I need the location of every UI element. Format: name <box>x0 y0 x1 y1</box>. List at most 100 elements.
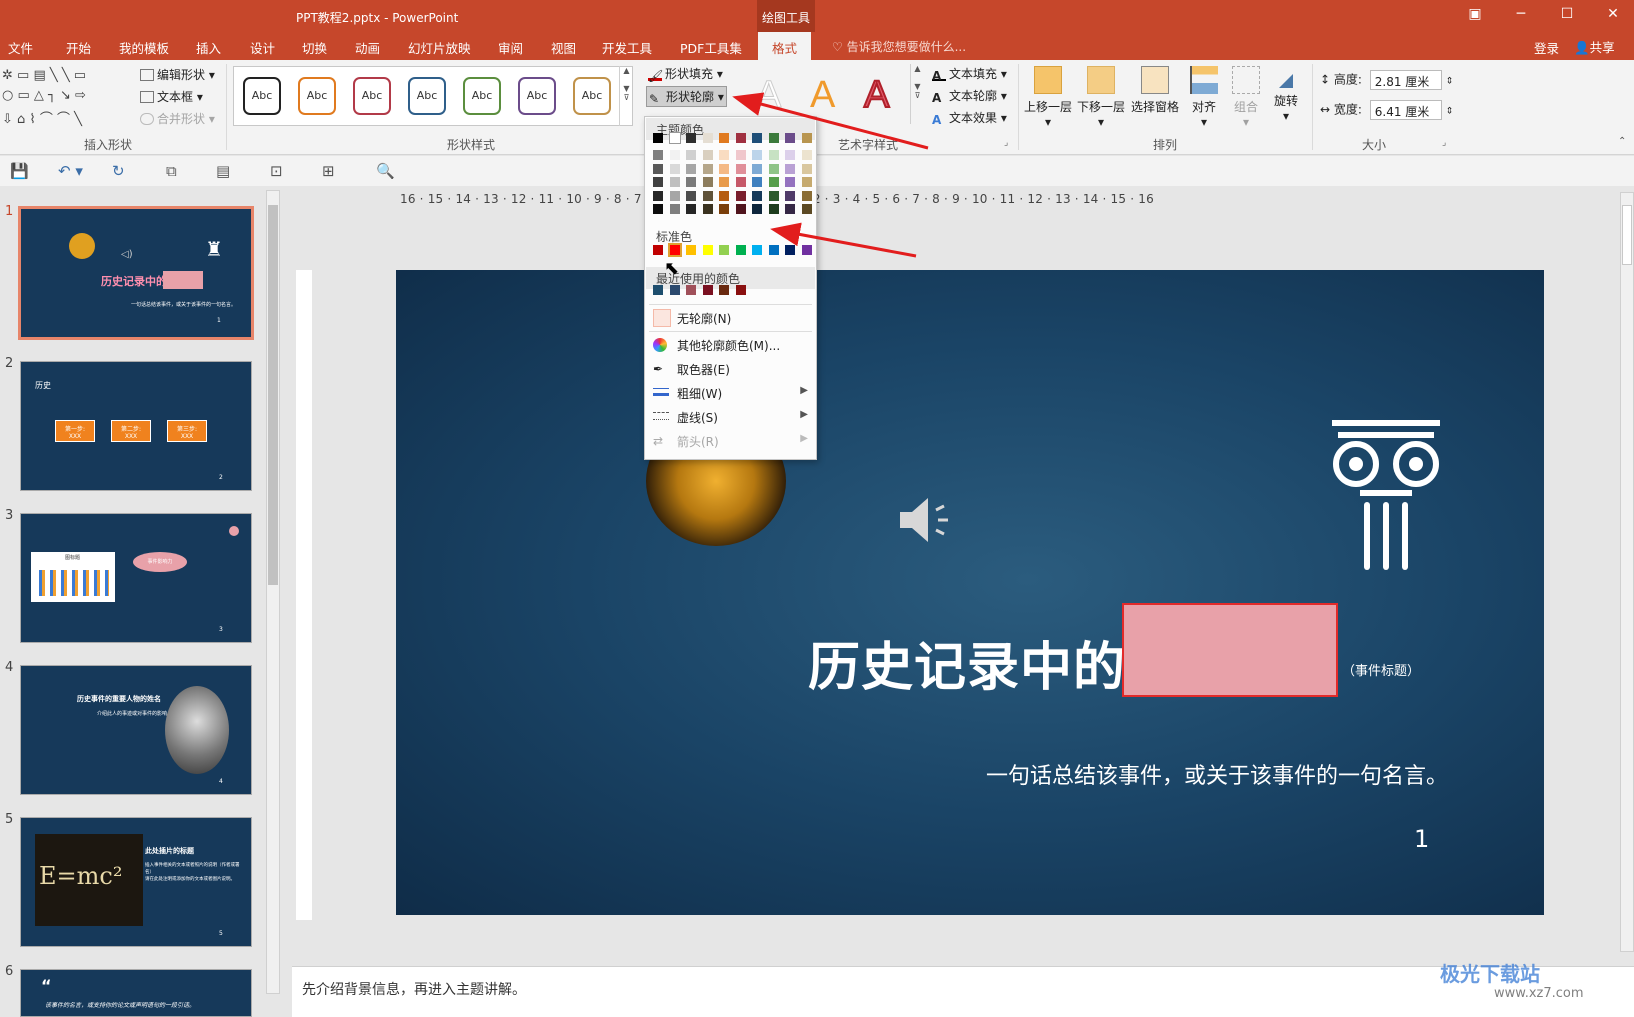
tab-my-templates[interactable]: 我的模板 <box>119 38 169 57</box>
theme-shade-swatch[interactable] <box>653 150 663 160</box>
theme-shade-swatch[interactable] <box>768 204 779 214</box>
theme-shade-swatch[interactable] <box>735 190 746 201</box>
theme-shade-swatch[interactable] <box>653 177 663 187</box>
tab-insert[interactable]: 插入 <box>196 38 221 57</box>
wordart-scroll[interactable]: ▲ ▼ ⊽ <box>910 64 924 124</box>
preview-icon[interactable]: 🔍 <box>376 162 395 180</box>
login-link[interactable]: 登录 <box>1534 38 1559 57</box>
theme-color-swatch[interactable] <box>719 133 729 143</box>
present-from-current-icon[interactable]: ⊞ <box>322 162 335 180</box>
text-fill-button[interactable]: A 文本填充 ▾ <box>932 65 1007 83</box>
theme-shade-swatch[interactable] <box>801 150 812 160</box>
theme-color-swatch[interactable] <box>686 133 696 143</box>
standard-color-swatch[interactable] <box>653 245 663 255</box>
theme-shade-swatch[interactable] <box>653 190 663 201</box>
tab-developer[interactable]: 开发工具 <box>602 38 652 57</box>
theme-color-swatch[interactable] <box>735 133 746 143</box>
theme-shade-swatch[interactable] <box>669 150 680 160</box>
recent-color-swatch[interactable] <box>653 285 663 295</box>
event-title-label[interactable]: （事件标题） <box>1342 660 1420 679</box>
dashes-item[interactable]: 虚线(S) ▶ <box>645 405 816 429</box>
theme-shade-swatch[interactable] <box>768 190 779 201</box>
theme-shade-swatch[interactable] <box>768 177 779 187</box>
theme-shade-swatch[interactable] <box>686 204 696 214</box>
theme-shade-swatch[interactable] <box>702 163 713 174</box>
text-outline-button[interactable]: A 文本轮廓 ▾ <box>932 87 1007 105</box>
theme-shade-swatch[interactable] <box>702 204 713 214</box>
theme-shade-swatch[interactable] <box>719 204 729 214</box>
dialog-launcher-icon[interactable]: ⌟ <box>1442 138 1446 148</box>
shape-fill-button[interactable]: 🖌 形状填充 ▾ <box>648 65 723 83</box>
slide-thumbnail-1[interactable]: ◁) ♜ 历史记录中的 一句话总结该事件，或关于该事件的一句名言。 1 <box>18 206 254 340</box>
slide-title[interactable]: 历史记录中的 <box>808 625 1126 700</box>
more-outline-colors-item[interactable]: 其他轮廓颜色(M)... <box>645 333 816 357</box>
theme-shade-swatch[interactable] <box>735 163 746 174</box>
theme-shade-swatch[interactable] <box>669 163 680 174</box>
text-box-button[interactable]: 文本框 ▾ <box>140 88 203 105</box>
theme-shade-swatch[interactable] <box>669 204 680 214</box>
standard-color-swatch[interactable] <box>686 245 696 255</box>
theme-shade-swatch[interactable] <box>752 150 762 160</box>
theme-shade-swatch[interactable] <box>768 163 779 174</box>
width-input[interactable]: 6.41 厘米 <box>1369 100 1442 120</box>
merge-shapes-button[interactable]: 合并形状 ▾ <box>140 110 215 127</box>
tab-pdf-tools[interactable]: PDF工具集 <box>680 38 742 57</box>
dialog-launcher-icon[interactable]: ⌟ <box>1004 138 1008 148</box>
theme-shade-swatch[interactable] <box>801 177 812 187</box>
theme-shade-swatch[interactable] <box>686 150 696 160</box>
theme-shade-swatch[interactable] <box>669 190 680 201</box>
shapes-gallery[interactable]: ✲ ▭ ▤ ╲ ╲ ▭ ○ ▭ △ ┐ ↘ ⇨ ⇩ ⌂ ⌇ ⌒ ⌒ ╲ <box>0 64 128 127</box>
group-button[interactable]: 组合 ▾ <box>1232 66 1260 129</box>
editor-scrollbar[interactable] <box>1620 192 1634 952</box>
tab-home[interactable]: 开始 <box>66 38 91 57</box>
shape-style-preset[interactable]: Abc <box>353 77 391 115</box>
text-effects-button[interactable]: A 文本效果 ▾ <box>932 109 1007 127</box>
save-icon[interactable]: 💾 <box>10 162 29 180</box>
theme-shade-swatch[interactable] <box>735 177 746 187</box>
recent-color-swatch[interactable] <box>735 285 746 295</box>
scrollbar-thumb[interactable] <box>268 205 278 585</box>
theme-shade-swatch[interactable] <box>801 163 812 174</box>
eyedropper-item[interactable]: ✒ 取色器(E) <box>645 357 816 381</box>
theme-shade-swatch[interactable] <box>669 177 680 187</box>
notes-text[interactable]: 先介绍背景信息，再进入主题讲解。 <box>302 979 526 999</box>
collapse-ribbon-icon[interactable]: ⌃ <box>1618 136 1626 147</box>
tab-format[interactable]: 格式 <box>758 32 812 60</box>
theme-shade-swatch[interactable] <box>785 150 795 160</box>
theme-shade-swatch[interactable] <box>719 163 729 174</box>
theme-shade-swatch[interactable] <box>686 190 696 201</box>
theme-shade-swatch[interactable] <box>752 177 762 187</box>
slide-thumbnail-3[interactable]: 图标题 事件影响力 3 <box>20 513 252 643</box>
shape-outline-button[interactable]: ✎ 形状轮廓 ▾ <box>646 86 727 107</box>
column-capital-icon[interactable] <box>1330 418 1442 574</box>
theme-shade-swatch[interactable] <box>785 163 795 174</box>
shape-style-preset[interactable]: Abc <box>463 77 501 115</box>
recent-color-swatch[interactable] <box>719 285 729 295</box>
theme-shade-swatch[interactable] <box>702 190 713 201</box>
align-button[interactable]: 对齐 ▾ <box>1190 66 1218 129</box>
tab-animations[interactable]: 动画 <box>355 38 380 57</box>
theme-shade-swatch[interactable] <box>785 204 795 214</box>
maximize-icon[interactable]: ☐ <box>1552 6 1582 22</box>
new-slide-icon[interactable]: ⧉ <box>166 162 177 180</box>
theme-shade-swatch[interactable] <box>801 190 812 201</box>
recent-color-swatch[interactable] <box>669 285 680 295</box>
shape-style-preset[interactable]: Abc <box>298 77 336 115</box>
standard-color-swatch[interactable] <box>667 243 682 257</box>
standard-color-swatch[interactable] <box>702 245 713 255</box>
theme-color-swatch[interactable] <box>801 133 812 143</box>
recent-color-swatch[interactable] <box>702 285 713 295</box>
theme-color-swatch[interactable] <box>702 133 713 143</box>
slide-thumbnail-2[interactable]: 历史 第一步: XXX 第二步: XXX 第三步: XXX 2 <box>20 361 252 491</box>
recent-color-swatch[interactable] <box>686 285 696 295</box>
theme-shade-swatch[interactable] <box>702 150 713 160</box>
shape-style-preset[interactable]: Abc <box>518 77 556 115</box>
theme-shade-swatch[interactable] <box>735 150 746 160</box>
tab-design[interactable]: 设计 <box>250 38 275 57</box>
tab-slideshow[interactable]: 幻灯片放映 <box>408 38 471 57</box>
arrows-item[interactable]: ⇄ 箭头(R) ▶ <box>645 429 816 453</box>
scrollbar-thumb[interactable] <box>1622 205 1632 265</box>
theme-shade-swatch[interactable] <box>653 204 663 214</box>
share-button[interactable]: 👤共享 <box>1574 37 1615 56</box>
slide-subtitle[interactable]: 一句话总结该事件，或关于该事件的一句名言。 <box>986 758 1448 790</box>
